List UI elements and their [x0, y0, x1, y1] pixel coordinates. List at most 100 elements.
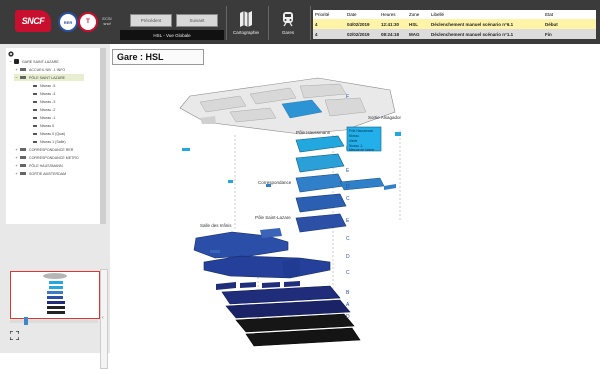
top-bar: SNCF RER T ECSI sncf Précédent Suivant H… [0, 0, 600, 44]
alert-row[interactable]: 4 04/02/2019 12:41:30 HSL Déclenchement … [313, 19, 596, 29]
level-plan-saint-lazare[interactable] [193, 228, 361, 347]
alert-priority: 4 [315, 21, 318, 27]
level-icon [33, 84, 37, 87]
station-tree: − GARE SAINT-LAZARE + ACCUEIL NIV -1 INF… [6, 48, 106, 224]
info-popup[interactable]: Pôle Haussmann Niveau Alerte Niveau -1 M… [346, 126, 382, 152]
tree-item-level[interactable]: Niveau 0 [32, 122, 54, 129]
current-view-label: HSL - Vue Globale [120, 30, 224, 40]
folder-icon [14, 59, 19, 64]
expand-icon[interactable]: + [14, 147, 19, 152]
tree-item-label: SORTIE AMSTERDAM [29, 171, 67, 176]
level-letter: F [346, 94, 349, 100]
column-header: Libellé [431, 12, 445, 17]
alert-priority: 4 [315, 31, 318, 37]
expand-icon[interactable]: + [14, 163, 19, 168]
level-letter: D [346, 314, 350, 320]
tree-item-label: ACCUEIL NIV -1 INFO [29, 67, 66, 72]
stations-button[interactable]: Gares [267, 7, 309, 41]
tree-item-level[interactable]: Niveau -2 [32, 106, 55, 113]
system-label-sub: sncf [103, 21, 111, 26]
tree-item-label: Niveau -1 [40, 115, 56, 120]
tree-item-pole-haussmann[interactable]: + PÔLE HAUSSMANN [14, 162, 62, 169]
column-header: Zone [409, 12, 420, 17]
toolbar-divider [310, 6, 311, 40]
zoom-slider-handle[interactable] [24, 317, 28, 325]
alert-state: Fin [545, 31, 552, 37]
alert-time: 08:24:18 [381, 31, 400, 37]
column-header: Date [347, 12, 357, 17]
overview-scrollbar[interactable]: ‹ [100, 269, 108, 369]
tramway-badge-icon: T [78, 12, 98, 32]
node-icon [20, 172, 26, 175]
tree-item-label: CORRESPONDANCE RER [29, 147, 74, 152]
info-line: Alerte [349, 139, 358, 143]
level-icon [33, 124, 37, 127]
cartography-button[interactable]: Cartographie [225, 7, 267, 41]
tree-item-label: Niveau -4 [40, 91, 56, 96]
map-icon [240, 11, 252, 27]
collapse-icon[interactable]: − [14, 75, 19, 80]
tree-item-level[interactable]: Niveau 1 (Salle) [32, 138, 66, 145]
level-icon [33, 100, 37, 103]
level-letter: C [346, 270, 350, 276]
tree-item-sortie[interactable]: + SORTIE AMSTERDAM [14, 170, 66, 177]
level-letter: E [346, 168, 350, 174]
label-pole-saint-lazare: Pôle Saint-Lazare [255, 215, 291, 220]
scroll-arrow-icon[interactable]: ‹ [102, 315, 104, 321]
level-letter: E [346, 218, 350, 224]
tree-item-correspondance-metro[interactable]: + CORRESPONDANCE METRO [14, 154, 78, 161]
train-icon [283, 12, 293, 27]
tree-scrollbar[interactable] [100, 48, 106, 224]
tree-item-level[interactable]: Niveau -3 [32, 98, 55, 105]
alert-row[interactable]: 4 02/02/2019 08:24:18 MAG Déclenchement … [313, 29, 596, 39]
expand-icon[interactable]: + [14, 155, 19, 160]
alert-label: Déclenchement manuel scénario n°6.1 [431, 21, 514, 27]
tree-item-accueil[interactable]: + ACCUEIL NIV -1 INFO [14, 66, 84, 73]
zoom-slider[interactable] [10, 317, 98, 325]
fullscreen-icon[interactable] [10, 331, 19, 340]
node-icon [20, 156, 26, 159]
level-icon [33, 92, 37, 95]
tree-root-icon[interactable] [8, 50, 14, 57]
tree-item-label: Niveau -5 [40, 83, 56, 88]
station-3d-view[interactable]: F F E D C E C D C B A D Pôle Haussmann S… [110, 44, 600, 353]
overview-thumbnail[interactable] [10, 271, 100, 319]
level-letter: C [346, 196, 350, 202]
level-icon [33, 116, 37, 119]
expand-icon[interactable]: + [14, 67, 19, 72]
label-sortie: Sortie Alsagador [368, 115, 402, 120]
level-icon [33, 132, 37, 135]
label-pole-haussmann: Pôle Haussmann [296, 130, 331, 135]
previous-button[interactable]: Précédent [130, 14, 172, 27]
level-letter: D [346, 184, 350, 190]
level-letter: B [346, 290, 350, 296]
info-line: Pôle Haussmann [349, 129, 374, 133]
tree-item-level[interactable]: Niveau 0 (Quai) [32, 130, 65, 137]
left-panel: − GARE SAINT-LAZARE + ACCUEIL NIV -1 INF… [0, 44, 110, 369]
label-salle-des-infinis: Salle des Infinis [200, 223, 232, 228]
alert-date: 02/02/2019 [347, 31, 370, 37]
info-line: Mesure de l'alerte [349, 148, 374, 152]
tree-item-level[interactable]: Niveau -5 [32, 82, 55, 89]
tree-item-level[interactable]: Niveau -1 [32, 114, 55, 121]
tree-item-pole-saint-lazare[interactable]: − PÔLE SAINT LAZARE [14, 74, 84, 81]
tree-item-level[interactable]: Niveau -4 [32, 90, 55, 97]
expand-icon[interactable]: + [14, 171, 19, 176]
alert-time: 12:41:30 [381, 21, 400, 27]
street-level-plan[interactable] [179, 77, 396, 135]
collapse-icon[interactable]: − [8, 59, 13, 64]
cartography-label: Cartographie [232, 30, 259, 35]
node-icon [20, 164, 26, 167]
alert-zone: HSL [409, 21, 418, 27]
column-header: Etat [545, 12, 554, 17]
tree-item-gare-saint-lazare[interactable]: − GARE SAINT-LAZARE [8, 58, 59, 65]
next-button[interactable]: Suivant [176, 14, 218, 27]
tree-item-correspondance-rer[interactable]: + CORRESPONDANCE RER [14, 146, 73, 153]
tree-item-label: Niveau 0 (Quai) [40, 131, 66, 136]
tree-item-label: Niveau 0 [40, 123, 55, 128]
level-letter: C [346, 236, 350, 242]
alert-label: Déclenchement manuel scénario n°1.1 [431, 31, 514, 37]
tree-item-label: GARE SAINT-LAZARE [22, 59, 59, 64]
rer-badge-icon: RER [58, 12, 78, 32]
node-icon [20, 148, 26, 151]
